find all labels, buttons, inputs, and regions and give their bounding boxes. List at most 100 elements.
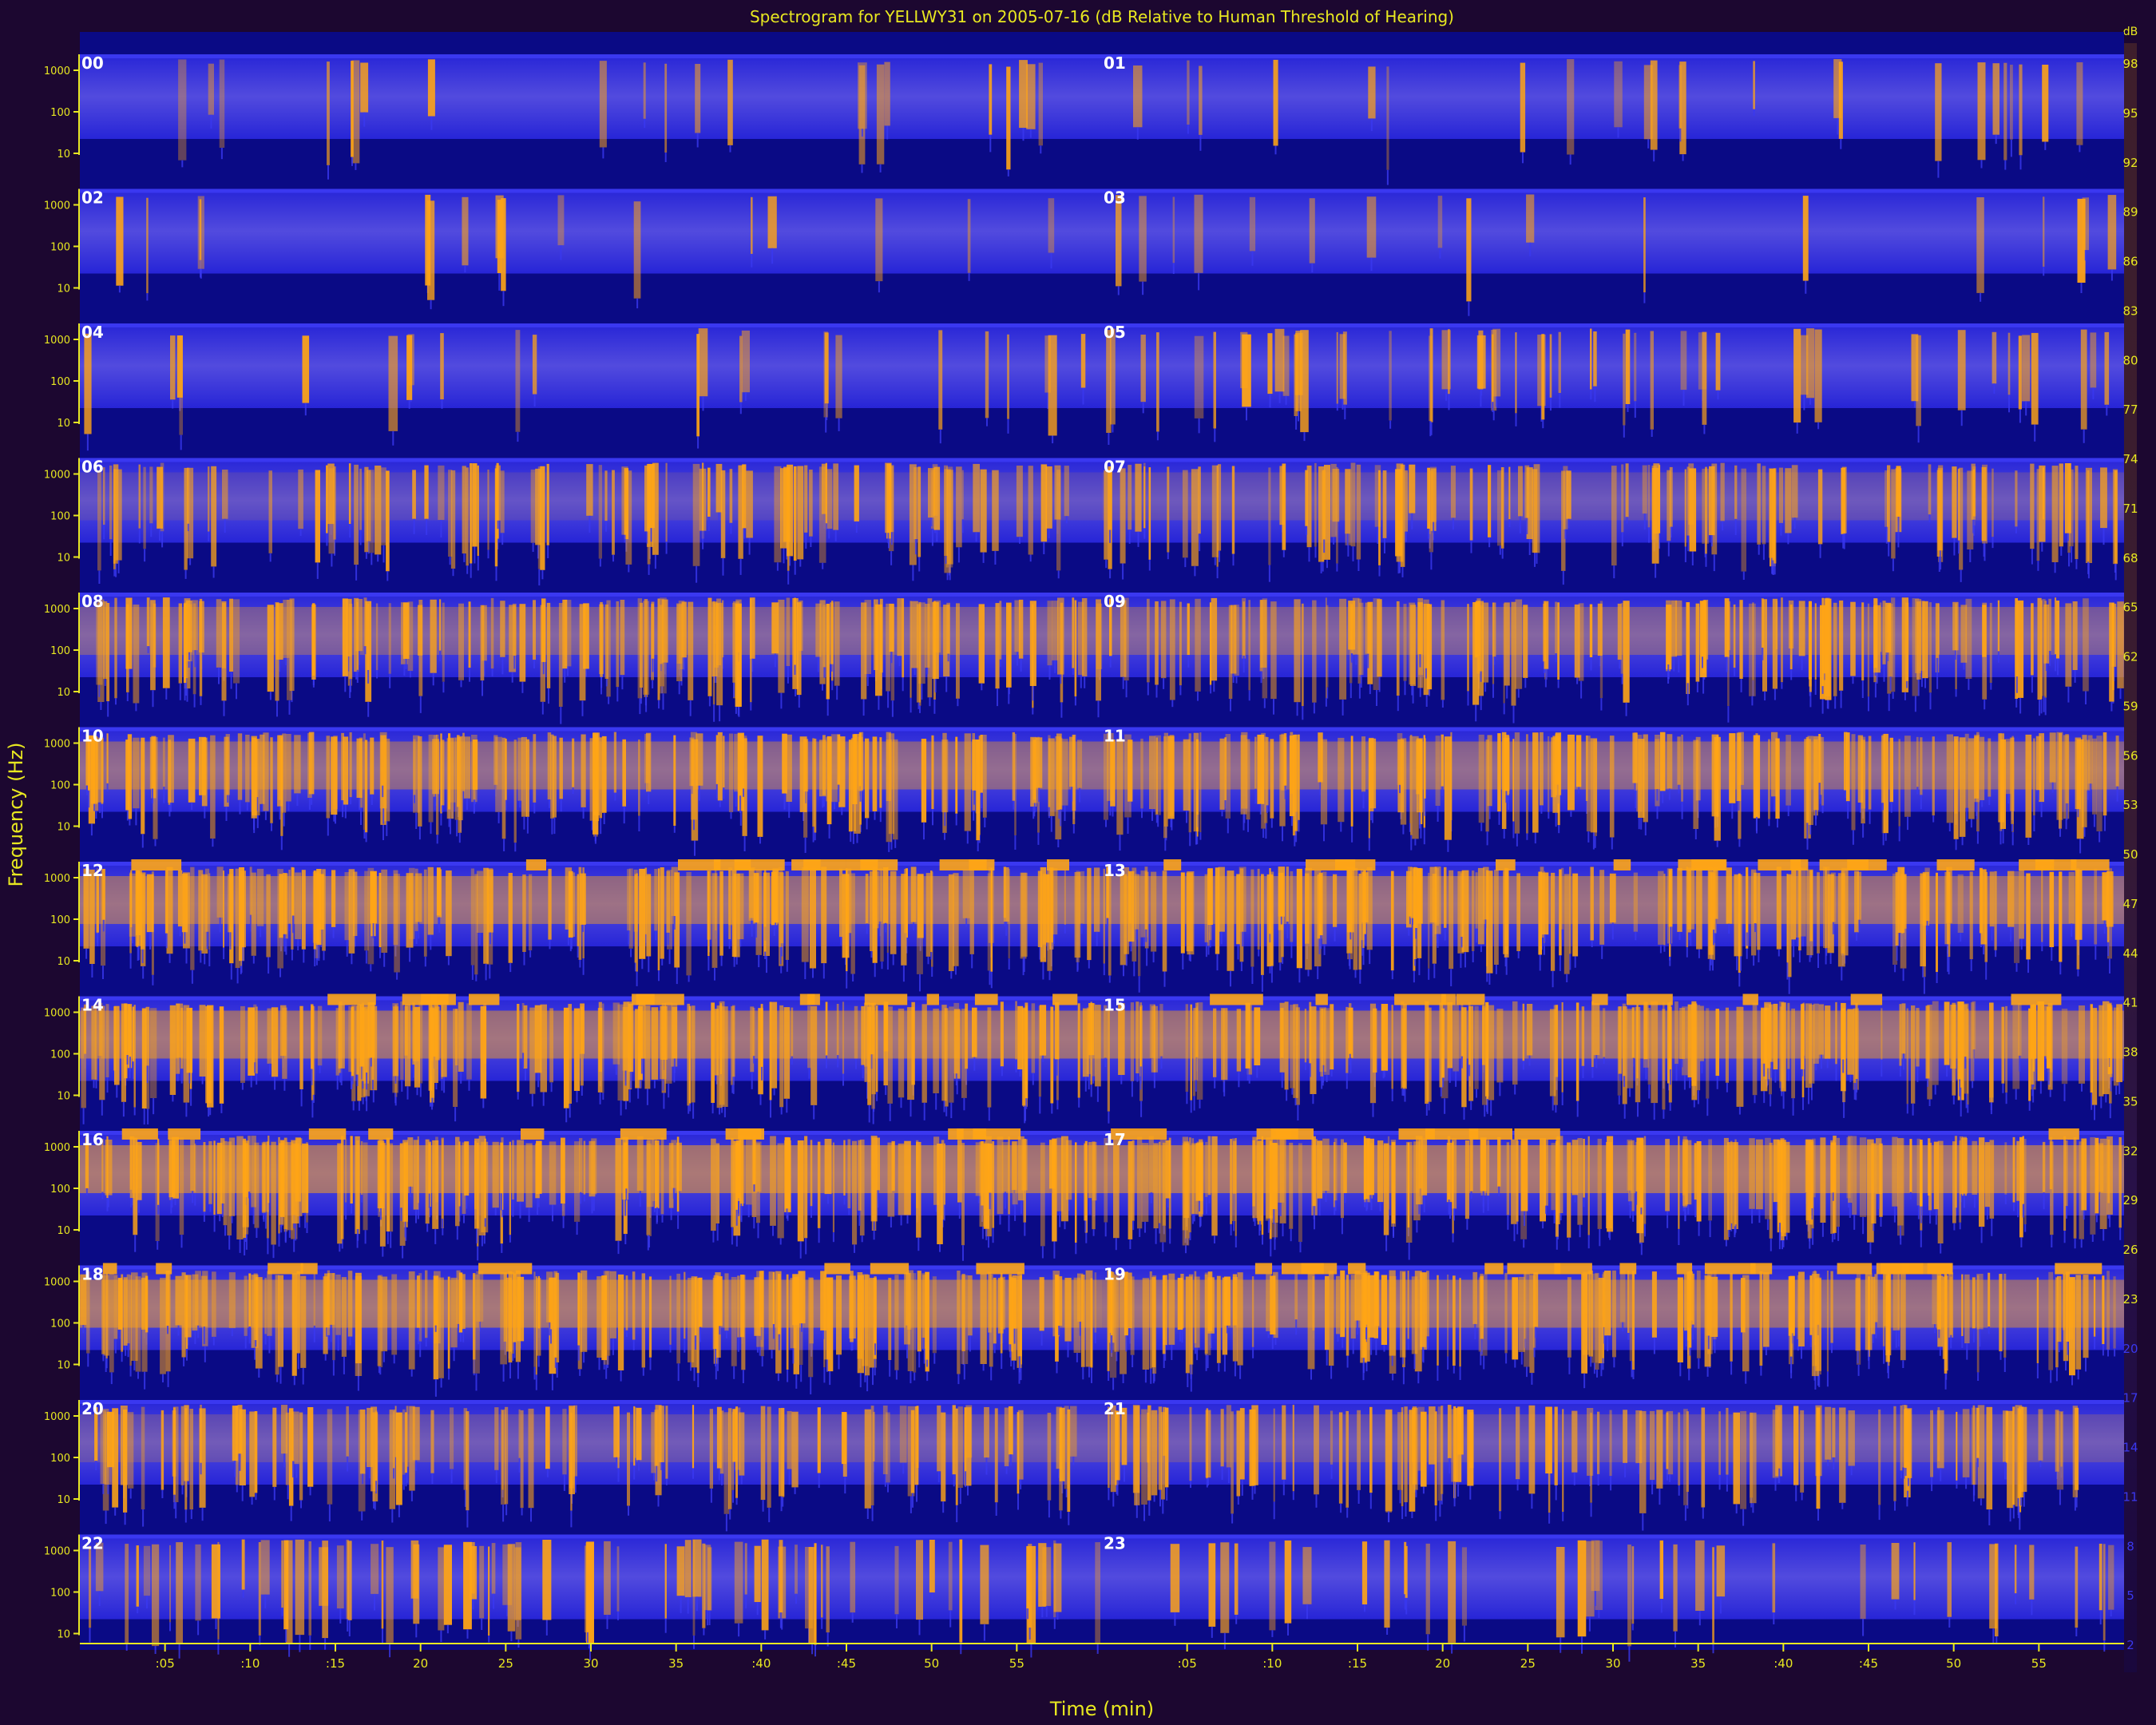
event-tail <box>1190 1100 1192 1113</box>
event-tail <box>1323 539 1326 553</box>
event-streak <box>1944 871 1951 945</box>
event-streak <box>267 1271 272 1336</box>
event-tail <box>1847 801 1849 819</box>
event-tail <box>1934 1085 1936 1095</box>
event-streak <box>1486 870 1493 974</box>
event-streak <box>1567 59 1575 155</box>
event-streak <box>1694 1143 1697 1200</box>
event-streak <box>1503 737 1510 791</box>
event-tail <box>1964 1057 1967 1069</box>
event-tail <box>1687 535 1690 552</box>
event-tail <box>1837 117 1839 135</box>
event-streak <box>1609 873 1616 923</box>
event-tail <box>826 699 829 716</box>
event-tail <box>1869 1242 1872 1255</box>
event-tail <box>689 700 692 716</box>
event-tail <box>474 799 475 812</box>
event-streak <box>568 870 573 938</box>
event-tail <box>1103 963 1105 976</box>
event-tail <box>932 809 933 826</box>
event-streak <box>248 1273 252 1326</box>
event-tail <box>523 952 525 966</box>
event-tail <box>552 1204 553 1222</box>
event-tail <box>735 1209 738 1226</box>
event-tail <box>616 687 619 702</box>
event-streak <box>2031 332 2039 425</box>
event-tail <box>829 1371 831 1386</box>
event-tail <box>498 273 501 291</box>
event-streak <box>219 1006 224 1104</box>
event-streak <box>1567 734 1575 811</box>
event-tail <box>1775 1202 1778 1211</box>
event-tail <box>1673 656 1675 672</box>
event-streak <box>692 463 700 566</box>
event-tail <box>1980 292 1982 302</box>
event-tail <box>1476 928 1478 943</box>
event-tail <box>648 956 650 973</box>
event-streak <box>97 470 101 571</box>
event-tail <box>1885 526 1888 544</box>
event-streak <box>427 200 435 300</box>
event-tail <box>126 810 129 821</box>
event-tail <box>822 963 825 979</box>
event-streak <box>1806 869 1813 956</box>
event-streak <box>1755 733 1758 817</box>
event-streak <box>1727 1142 1731 1231</box>
event-tail <box>1142 402 1144 414</box>
event-streak <box>1047 869 1052 971</box>
event-streak <box>81 1007 86 1108</box>
event-streak <box>573 1008 581 1091</box>
event-tail <box>714 967 715 981</box>
event-streak <box>809 867 816 969</box>
event-tail <box>624 1100 627 1110</box>
event-tail <box>1112 424 1114 433</box>
event-streak <box>1881 735 1885 803</box>
event-tail <box>600 818 602 835</box>
event-tail <box>1820 1054 1822 1069</box>
event-tail <box>862 1065 864 1079</box>
event-tail <box>430 116 433 130</box>
event-streak <box>839 868 843 938</box>
event-tail <box>1995 950 1997 958</box>
event-tail <box>973 790 976 805</box>
event-tail <box>984 817 986 827</box>
event-streak <box>1841 1008 1845 1060</box>
event-tail <box>413 518 415 534</box>
event-streak <box>1687 1004 1692 1078</box>
event-streak <box>1261 1136 1264 1235</box>
event-streak <box>399 1143 403 1208</box>
event-tail <box>1694 829 1697 839</box>
event-tail <box>1582 1065 1584 1078</box>
event-tail <box>1214 557 1216 565</box>
event-streak <box>1504 602 1510 686</box>
event-streak <box>1405 1141 1413 1243</box>
event-tail <box>1072 824 1075 834</box>
event-streak <box>1707 866 1713 959</box>
saturated-block <box>525 859 546 870</box>
event-streak <box>884 61 890 126</box>
event-streak <box>1058 737 1063 810</box>
event-tail <box>1992 537 1994 549</box>
saturated-block <box>168 1128 201 1140</box>
event-streak <box>1480 1137 1487 1192</box>
event-streak <box>880 869 884 962</box>
event-tail <box>364 646 367 655</box>
event-streak <box>1976 197 1984 293</box>
event-tail <box>452 569 454 577</box>
event-streak <box>793 466 797 561</box>
event-tail <box>1632 1211 1635 1222</box>
saturated-block <box>846 859 878 870</box>
event-tail <box>1199 832 1202 840</box>
event-tail <box>1318 1198 1321 1216</box>
event-tail <box>1135 929 1138 940</box>
event-tail <box>1722 521 1724 531</box>
event-tail <box>1751 1208 1754 1224</box>
event-tail <box>85 1188 88 1196</box>
event-tail <box>1679 128 1682 142</box>
event-tail <box>1060 809 1062 827</box>
event-tail <box>219 917 221 933</box>
event-streak <box>2055 601 2059 659</box>
event-tail <box>106 783 109 792</box>
event-tail <box>349 1336 351 1346</box>
event-tail <box>1187 125 1189 134</box>
